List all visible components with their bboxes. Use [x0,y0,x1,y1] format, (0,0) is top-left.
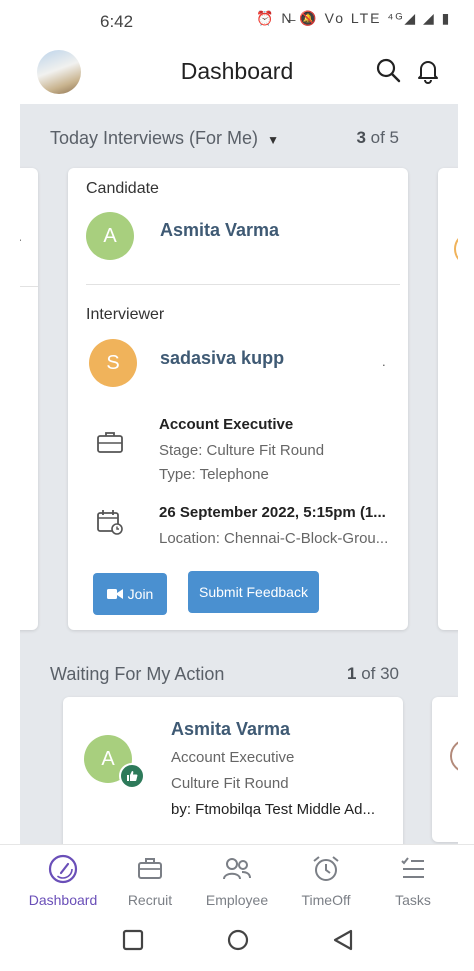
action-card[interactable]: A Asmita Varma Account Executive Culture… [63,697,403,844]
calendar-clock-icon [97,510,123,535]
interview-datetime: 26 September 2022, 5:15pm (1... [159,504,386,521]
next-action-card[interactable] [432,697,458,842]
join-label: Join [127,586,154,602]
dashboard-content[interactable]: Today Interviews (For Me) ▼ 3 of 5 . Can… [20,104,458,844]
video-camera-icon [106,589,123,599]
people-icon [223,858,251,880]
section-title: Today Interviews (For Me) [50,128,259,148]
submit-feedback-button[interactable]: Submit Feedback [188,571,319,613]
next-interview-card[interactable] [438,168,458,630]
interview-type: Type: Telephone [159,466,269,483]
candidate-avatar: A [86,212,134,260]
bottom-navigation: Dashboard Recruit Employee TimeOff Tasks [0,844,474,915]
waiting-counter: 1 of 30 [346,664,399,683]
status-icons: ⏰ N̶ 🔕 Vo LTE ⁴ᴳ◢ ◢ ▮ [256,10,452,26]
divider [86,284,400,285]
candidate-label: Candidate [86,180,159,197]
back-triangle-icon[interactable] [331,928,355,952]
home-circle-icon[interactable] [226,928,250,952]
caret-down-icon: ▼ [267,133,279,147]
waiting-section-title: Waiting For My Action [50,664,225,684]
status-time: 6:42 [100,12,134,31]
nav-employee[interactable]: Employee [192,853,282,908]
interview-card[interactable]: Candidate A Asmita Varma Interviewer S s… [68,168,408,630]
interviewer-label: Interviewer [86,306,165,323]
candidate-name[interactable]: Asmita Varma [160,220,279,241]
app-bar: Dashboard [0,44,474,102]
interviewer-avatar: S [89,339,137,387]
briefcase-icon [97,432,123,453]
more-dot: . [382,354,386,369]
thumbs-up-icon [119,763,145,789]
nav-label: TimeOff [301,892,351,908]
submit-feedback-label: Submit Feedback [199,584,308,600]
nav-dashboard[interactable]: Dashboard [18,853,108,908]
alarm-clock-icon [313,856,339,881]
action-job-title: Account Executive [171,749,295,766]
bell-icon[interactable] [414,56,442,84]
interview-counter: 3 of 5 [356,128,399,147]
briefcase-icon [138,858,162,879]
checklist-icon [401,857,424,878]
today-interviews-dropdown[interactable]: Today Interviews (For Me) ▼ [50,128,279,149]
page-title: Dashboard [180,58,294,84]
nav-timeoff[interactable]: TimeOff [281,853,371,908]
status-bar: 6:42 ⏰ N̶ 🔕 Vo LTE ⁴ᴳ◢ ◢ ▮ [0,0,474,44]
dashboard-gauge-icon [48,854,78,884]
recents-square-icon[interactable] [122,929,144,951]
interview-location: Location: Chennai-C-Block-Grou... [159,530,389,547]
action-candidate-name[interactable]: Asmita Varma [171,719,290,740]
search-icon[interactable] [374,56,402,84]
nav-tasks[interactable]: Tasks [368,853,458,908]
interview-stage: Stage: Culture Fit Round [159,442,325,459]
system-navigation [0,914,474,971]
join-button[interactable]: Join [93,573,167,615]
nav-label: Employee [205,892,269,908]
nav-label: Tasks [395,892,431,908]
action-by: by: Ftmobilqa Test Middle Ad... [171,801,375,818]
previous-interview-card[interactable]: . [20,168,38,630]
interviewer-name[interactable]: sadasiva kupp [160,348,284,369]
nav-label: Dashboard [28,892,98,908]
nav-recruit[interactable]: Recruit [105,853,195,908]
nav-label: Recruit [127,892,173,908]
job-title: Account Executive [159,416,294,433]
action-stage: Culture Fit Round [171,775,289,792]
